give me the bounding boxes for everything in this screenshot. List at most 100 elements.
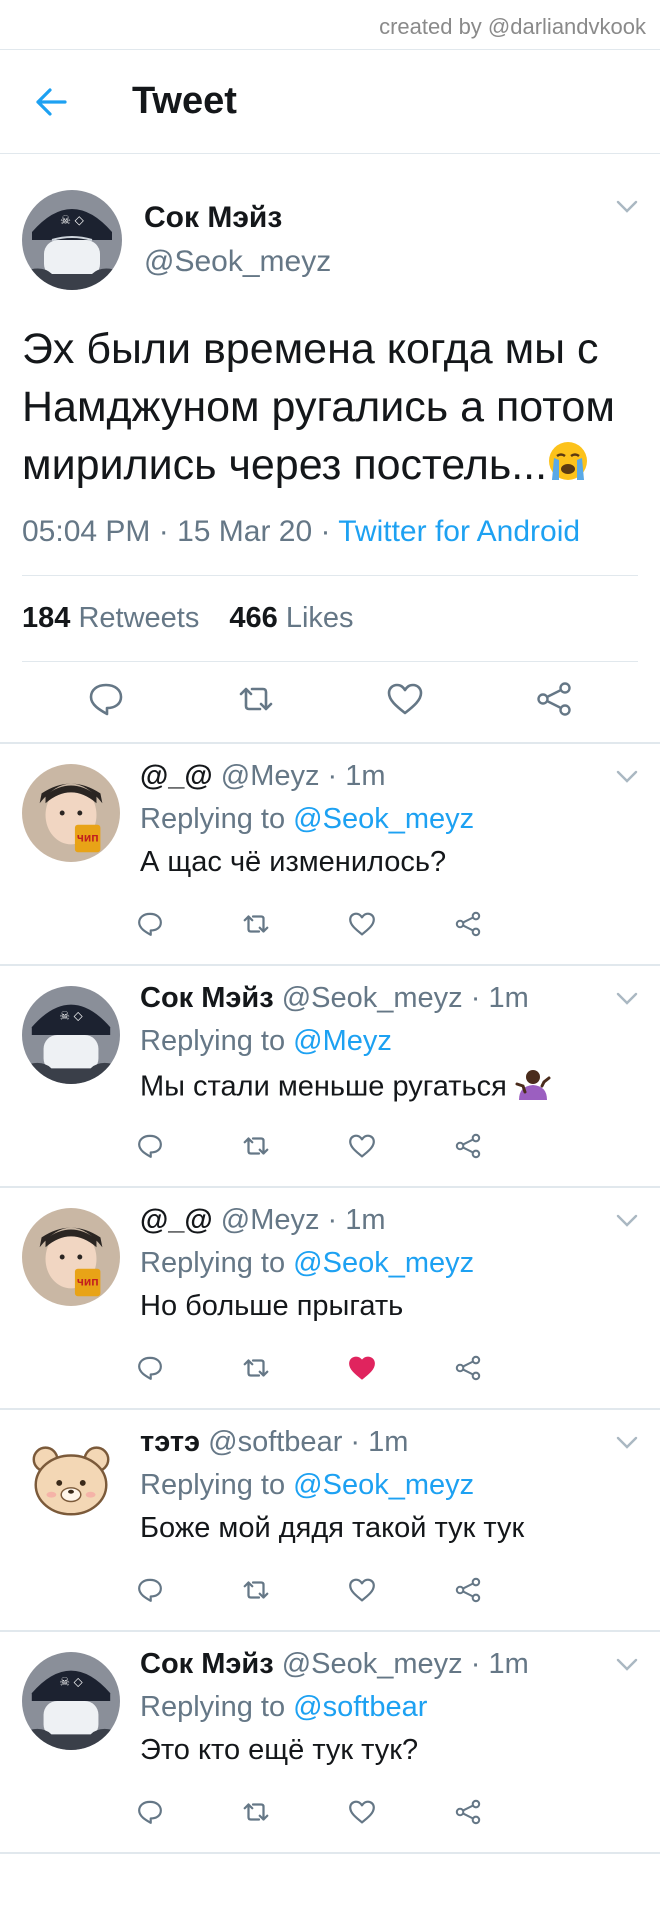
replying-to-link[interactable]: @Meyz bbox=[293, 1025, 392, 1057]
back-arrow-icon[interactable] bbox=[26, 77, 76, 127]
retweet-count[interactable]: 184 bbox=[22, 602, 70, 634]
chevron-down-icon[interactable] bbox=[616, 200, 638, 219]
avatar[interactable]: ЧИП bbox=[22, 763, 120, 862]
reply-timestamp: · 1m bbox=[462, 1647, 529, 1680]
retweet-icon[interactable] bbox=[236, 1570, 276, 1610]
like-icon[interactable] bbox=[342, 1570, 382, 1610]
like-icon[interactable] bbox=[342, 1348, 382, 1388]
tweet-source-link[interactable]: Twitter for Android bbox=[338, 515, 580, 548]
replying-to-link[interactable]: @softbear bbox=[293, 1691, 427, 1723]
display-name[interactable]: Сок Мэйз bbox=[140, 982, 274, 1014]
reply-text: Мы стали меньше ругаться bbox=[140, 1068, 620, 1108]
reply-timestamp: · 1m bbox=[319, 1203, 386, 1236]
user-handle[interactable]: @Seok_meyz bbox=[282, 1648, 463, 1680]
replying-to-link[interactable]: @Seok_meyz bbox=[293, 803, 474, 835]
share-icon[interactable] bbox=[448, 1126, 488, 1166]
crying-face-emoji-icon bbox=[547, 439, 589, 497]
share-icon[interactable] bbox=[448, 1570, 488, 1610]
user-handle[interactable]: @Seok_meyz bbox=[144, 245, 331, 279]
retweet-icon[interactable] bbox=[236, 1792, 276, 1832]
user-handle[interactable]: @Meyz bbox=[221, 760, 320, 792]
reply-text-content: Но больше прыгать bbox=[140, 1289, 404, 1322]
reply-text-content: Это кто ещё тук тук? bbox=[140, 1733, 419, 1766]
reply-text: Это кто ещё тук тук? bbox=[140, 1734, 620, 1767]
reply-icon[interactable] bbox=[87, 681, 125, 722]
replying-to-label: Replying to bbox=[140, 1468, 294, 1501]
replying-to-label: Replying to bbox=[140, 1246, 294, 1279]
shrug-emoji-icon bbox=[515, 1068, 551, 1108]
reply-icon[interactable] bbox=[130, 904, 170, 944]
replying-to-label: Replying to bbox=[140, 802, 294, 835]
reply-text: А щас чё изменилось? bbox=[140, 846, 620, 879]
reply-timestamp: · 1m bbox=[319, 759, 386, 792]
user-handle[interactable]: @Meyz bbox=[221, 1204, 320, 1236]
reply-icon[interactable] bbox=[130, 1792, 170, 1832]
replying-to-label: Replying to bbox=[140, 1024, 294, 1057]
svg-text:☠ ◇: ☠ ◇ bbox=[59, 1674, 82, 1688]
replying-to-label: Replying to bbox=[140, 1690, 294, 1723]
like-icon[interactable] bbox=[342, 1792, 382, 1832]
reply-text: Боже мой дядя такой тук тук bbox=[140, 1512, 620, 1545]
reply-timestamp: · 1m bbox=[462, 981, 529, 1014]
svg-text:ЧИП: ЧИП bbox=[77, 1278, 99, 1288]
display-name[interactable]: тэтэ bbox=[140, 1426, 200, 1458]
reply-text-content: Боже мой дядя такой тук тук bbox=[140, 1511, 525, 1544]
display-name[interactable]: Сок Мэйз bbox=[144, 201, 331, 235]
page-title: Tweet bbox=[132, 80, 237, 122]
retweet-icon[interactable] bbox=[236, 1126, 276, 1166]
user-handle[interactable]: @softbear bbox=[208, 1426, 342, 1458]
main-action-bar bbox=[22, 662, 638, 742]
like-icon[interactable] bbox=[342, 1126, 382, 1166]
replying-to-link[interactable]: @Seok_meyz bbox=[293, 1469, 474, 1501]
replying-to-link[interactable]: @Seok_meyz bbox=[293, 1247, 474, 1279]
avatar[interactable]: ☠ ◇ bbox=[22, 190, 122, 290]
retweet-icon[interactable] bbox=[236, 682, 276, 721]
avatar[interactable]: ЧИП bbox=[22, 1207, 120, 1306]
reply-tweet[interactable]: ☠ ◇ Сок Мэйз @Seok_meyz · 1m Replying to @… bbox=[0, 1632, 660, 1854]
main-tweet: ☠ ◇ Сок Мэйз @Seok_meyz Эх были времена … bbox=[0, 154, 660, 742]
retweet-icon[interactable] bbox=[236, 1348, 276, 1388]
reply-tweet[interactable]: ☠ ◇ Сок Мэйз @Seok_meyz · 1m Replying to @… bbox=[0, 966, 660, 1188]
reply-icon[interactable] bbox=[130, 1348, 170, 1388]
svg-text:☠ ◇: ☠ ◇ bbox=[59, 1008, 82, 1022]
like-icon[interactable] bbox=[342, 904, 382, 944]
tweet-metadata: 05:04 PM · 15 Mar 20 · Twitter for Andro… bbox=[22, 515, 638, 576]
reply-text-content: Мы стали меньше ругаться bbox=[140, 1070, 507, 1103]
like-label[interactable]: Likes bbox=[286, 602, 354, 634]
share-icon[interactable] bbox=[448, 904, 488, 944]
avatar[interactable]: ☠ ◇ bbox=[22, 1651, 120, 1750]
reply-action-bar bbox=[138, 1348, 560, 1388]
tweet-timestamp: 05:04 PM · 15 Mar 20 · bbox=[22, 514, 339, 548]
reply-action-bar bbox=[138, 1570, 560, 1610]
display-name[interactable]: @_@ bbox=[140, 760, 213, 792]
retweet-label[interactable]: Retweets bbox=[78, 602, 199, 634]
tweet-text: Эх были времена когда мы с Намджуном руг… bbox=[22, 320, 638, 497]
reply-icon[interactable] bbox=[130, 1570, 170, 1610]
share-icon[interactable] bbox=[448, 1792, 488, 1832]
reply-action-bar bbox=[138, 1126, 560, 1166]
like-icon[interactable] bbox=[386, 682, 424, 721]
credit-watermark: created by @darliandvkook bbox=[0, 0, 660, 50]
user-handle[interactable]: @Seok_meyz bbox=[282, 982, 463, 1014]
reply-tweet[interactable]: тэтэ @softbear · 1m Replying to @Seok_mey… bbox=[0, 1410, 660, 1632]
reply-text-content: А щас чё изменилось? bbox=[140, 845, 447, 878]
reply-list: ЧИП @_@ @Meyz · 1m Replying to @Seok_meyz А… bbox=[0, 744, 660, 1854]
avatar[interactable] bbox=[22, 1429, 120, 1528]
top-bar: Tweet bbox=[0, 50, 660, 154]
avatar[interactable]: ☠ ◇ bbox=[22, 985, 120, 1084]
reply-tweet[interactable]: ЧИП @_@ @Meyz · 1m Replying to @Seok_meyz А… bbox=[0, 744, 660, 966]
reply-action-bar bbox=[138, 904, 560, 944]
share-icon[interactable] bbox=[448, 1348, 488, 1388]
like-count[interactable]: 466 bbox=[229, 602, 277, 634]
tweet-text-content: Эх были времена когда мы с Намджуном руг… bbox=[22, 325, 615, 489]
tweet-stats: 184 Retweets 466 Likes bbox=[22, 576, 638, 662]
reply-tweet[interactable]: ЧИП @_@ @Meyz · 1m Replying to @Seok_meyz Н… bbox=[0, 1188, 660, 1410]
reply-timestamp: · 1m bbox=[342, 1425, 409, 1458]
reply-icon[interactable] bbox=[130, 1126, 170, 1166]
display-name[interactable]: Сок Мэйз bbox=[140, 1648, 274, 1680]
svg-text:ЧИП: ЧИП bbox=[77, 834, 99, 844]
reply-text: Но больше прыгать bbox=[140, 1290, 620, 1323]
retweet-icon[interactable] bbox=[236, 904, 276, 944]
display-name[interactable]: @_@ bbox=[140, 1204, 213, 1236]
share-icon[interactable] bbox=[535, 681, 573, 722]
